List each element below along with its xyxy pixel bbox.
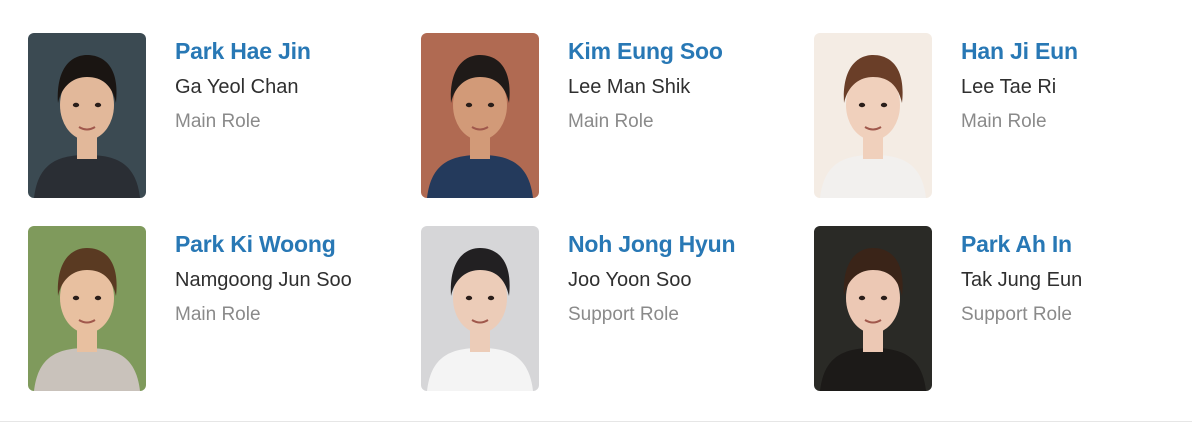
cast-info: Park Hae Jin Ga Yeol Chan Main Role	[175, 33, 311, 134]
actor-name-link[interactable]: Park Hae Jin	[175, 37, 311, 65]
cast-card[interactable]: Park Ki Woong Namgoong Jun Soo Main Role	[28, 226, 421, 419]
cast-info: Park Ah In Tak Jung Eun Support Role	[961, 226, 1082, 327]
actor-name-link[interactable]: Kim Eung Soo	[568, 37, 723, 65]
section-divider	[0, 421, 1192, 422]
character-name: Ga Yeol Chan	[175, 76, 299, 98]
actor-name-link[interactable]: Noh Jong Hyun	[568, 230, 736, 258]
actor-name-link[interactable]: Park Ah In	[961, 230, 1082, 258]
actor-photo[interactable]	[421, 226, 539, 391]
portrait-image	[28, 33, 146, 198]
cast-card[interactable]: Kim Eung Soo Lee Man Shik Main Role	[421, 33, 814, 226]
character-name: Lee Man Shik	[568, 76, 691, 98]
actor-photo[interactable]	[28, 226, 146, 391]
character-name: Namgoong Jun Soo	[175, 269, 352, 291]
cast-info: Noh Jong Hyun Joo Yoon Soo Support Role	[568, 226, 736, 327]
portrait-image	[28, 226, 146, 391]
role-label: Main Role	[175, 304, 261, 325]
cast-card[interactable]: Han Ji Eun Lee Tae Ri Main Role	[814, 33, 1192, 226]
character-name: Lee Tae Ri	[961, 76, 1057, 98]
actor-name-link[interactable]: Park Ki Woong	[175, 230, 352, 258]
cast-card[interactable]: Park Ah In Tak Jung Eun Support Role	[814, 226, 1192, 419]
role-label: Main Role	[568, 111, 654, 132]
actor-photo[interactable]	[814, 33, 932, 198]
character-name: Joo Yoon Soo	[568, 269, 692, 291]
cast-card[interactable]: Noh Jong Hyun Joo Yoon Soo Support Role	[421, 226, 814, 419]
actor-photo[interactable]	[814, 226, 932, 391]
actor-photo[interactable]	[28, 33, 146, 198]
role-label: Main Role	[961, 111, 1047, 132]
cast-grid: Park Hae Jin Ga Yeol Chan Main Role Kim …	[28, 33, 1192, 419]
portrait-image	[814, 33, 932, 198]
cast-info: Park Ki Woong Namgoong Jun Soo Main Role	[175, 226, 352, 327]
actor-name-link[interactable]: Han Ji Eun	[961, 37, 1078, 65]
cast-info: Han Ji Eun Lee Tae Ri Main Role	[961, 33, 1078, 134]
portrait-image	[814, 226, 932, 391]
portrait-image	[421, 226, 539, 391]
role-label: Support Role	[568, 304, 679, 325]
role-label: Main Role	[175, 111, 261, 132]
cast-info: Kim Eung Soo Lee Man Shik Main Role	[568, 33, 723, 134]
cast-card[interactable]: Park Hae Jin Ga Yeol Chan Main Role	[28, 33, 421, 226]
character-name: Tak Jung Eun	[961, 269, 1083, 291]
role-label: Support Role	[961, 304, 1072, 325]
portrait-image	[421, 33, 539, 198]
actor-photo[interactable]	[421, 33, 539, 198]
